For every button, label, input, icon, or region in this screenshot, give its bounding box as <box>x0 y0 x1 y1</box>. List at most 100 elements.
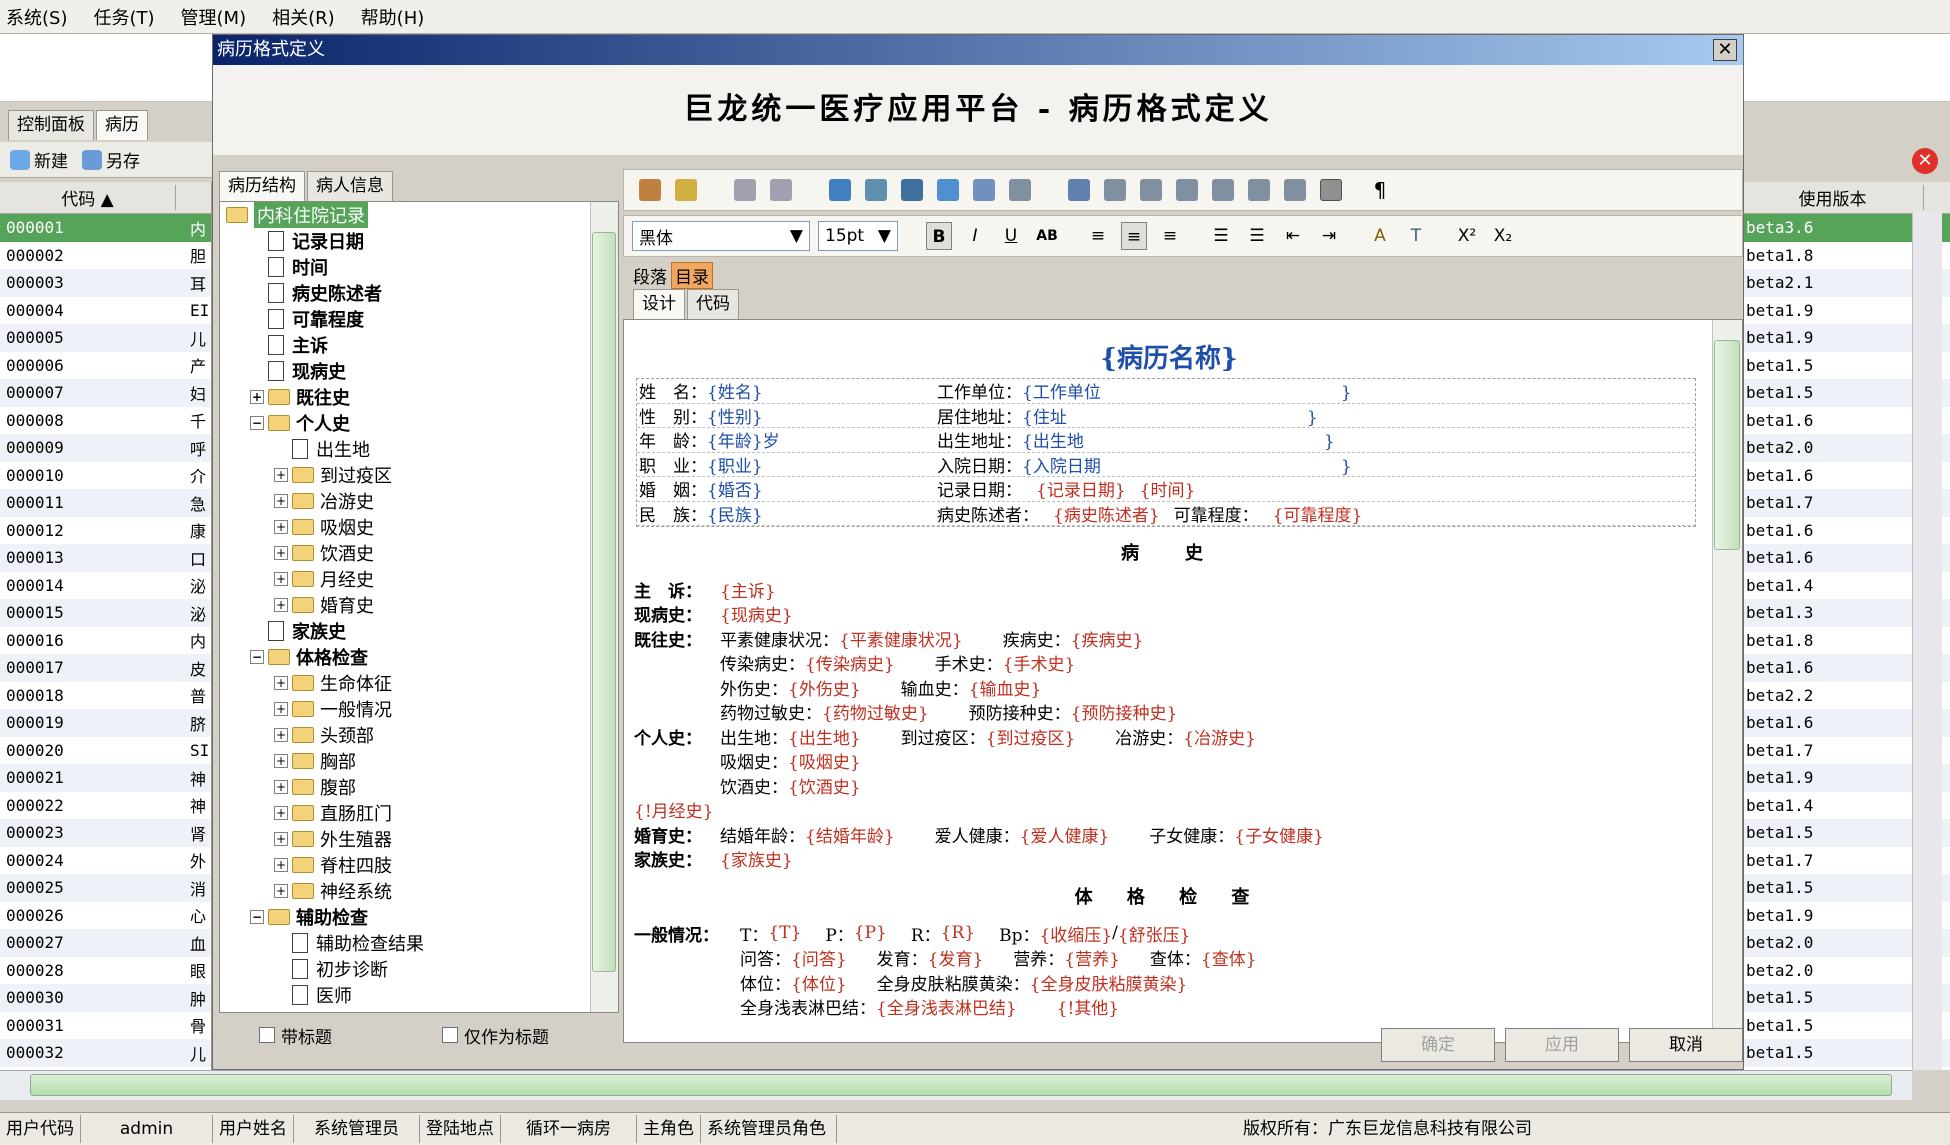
tab-medical-record[interactable]: 病历 <box>96 110 148 140</box>
align-right-icon[interactable]: ≡ <box>1157 222 1183 250</box>
grid-vertical-scrollbar[interactable] <box>1912 212 1942 1070</box>
tree-node[interactable]: 内科住院记录 <box>220 202 618 228</box>
tab-control-panel[interactable]: 控制面板 <box>8 110 94 140</box>
expand-toggle-icon[interactable]: + <box>274 806 288 820</box>
table-row[interactable]: 000019 脐 <box>0 709 211 737</box>
insert-link-icon[interactable] <box>901 179 923 201</box>
cancel-button[interactable]: 取消 <box>1629 1028 1743 1062</box>
tree-node[interactable]: 初步诊断 <box>220 956 618 982</box>
table-row[interactable]: 000016 内 <box>0 627 211 655</box>
table-row[interactable]: 000027 血 <box>0 929 211 957</box>
table-row[interactable]: 000017 皮 <box>0 654 211 682</box>
table-row[interactable]: 000023 肾 <box>0 819 211 847</box>
strike-button[interactable]: AB <box>1034 222 1060 250</box>
table-row[interactable]: 000013 口 <box>0 544 211 572</box>
ok-button[interactable]: 确定 <box>1381 1028 1495 1062</box>
table-row[interactable]: 000012 康 <box>0 517 211 545</box>
underline-button[interactable]: U <box>998 222 1024 250</box>
table-row[interactable]: 000025 消 <box>0 874 211 902</box>
delete-row-icon[interactable] <box>1284 179 1306 201</box>
expand-toggle-icon[interactable]: + <box>274 598 288 612</box>
expand-toggle-icon[interactable]: − <box>250 416 264 430</box>
cut-icon[interactable] <box>639 179 661 201</box>
tree-node[interactable]: + 冶游史 <box>220 488 618 514</box>
split-cells-icon[interactable] <box>1140 179 1162 201</box>
expand-toggle-icon[interactable]: + <box>274 546 288 560</box>
insert-row-icon[interactable] <box>1212 179 1234 201</box>
menu-item[interactable]: 相关(R) <box>272 4 335 30</box>
bold-button[interactable]: B <box>926 222 952 250</box>
expand-toggle-icon[interactable]: + <box>274 884 288 898</box>
tree-node[interactable]: 主诉 <box>220 332 618 358</box>
tree-scroll-thumb[interactable] <box>592 232 616 972</box>
table-row[interactable]: 000014 泌 <box>0 572 211 600</box>
apply-button[interactable]: 应用 <box>1505 1028 1619 1062</box>
tree-node[interactable]: 病史陈述者 <box>220 280 618 306</box>
undo-icon[interactable] <box>734 179 756 201</box>
menu-item[interactable]: 帮助(H) <box>361 4 425 30</box>
insert-object-icon[interactable] <box>973 179 995 201</box>
delete-column-icon[interactable] <box>1248 179 1270 201</box>
subscript-icon[interactable]: X₂ <box>1490 222 1516 250</box>
version-column-header[interactable]: 使用版本 <box>1742 185 1924 210</box>
menu-item[interactable]: 管理(M) <box>181 4 247 30</box>
table-row[interactable]: 000011 急 <box>0 489 211 517</box>
table-row[interactable]: 000008 千 <box>0 407 211 435</box>
record-name-field[interactable]: {病历名称} <box>634 338 1704 378</box>
menu-item[interactable]: 任务(T) <box>93 4 154 30</box>
insert-element-icon[interactable] <box>865 179 887 201</box>
horizontal-scroll-thumb[interactable] <box>30 1074 1892 1096</box>
insert-field-icon[interactable] <box>829 179 851 201</box>
outdent-icon[interactable]: ⇤ <box>1280 222 1306 250</box>
table-row[interactable]: 000018 普 <box>0 682 211 710</box>
expand-toggle-icon[interactable]: + <box>274 494 288 508</box>
tree-node[interactable]: − 个人史 <box>220 410 618 436</box>
tree-node[interactable]: − 辅助检查 <box>220 904 618 930</box>
table-row[interactable]: 000006 产 <box>0 352 211 380</box>
tree-node[interactable]: 出生地 <box>220 436 618 462</box>
tree-node[interactable]: + 月经史 <box>220 566 618 592</box>
expand-toggle-icon[interactable]: + <box>274 468 288 482</box>
tree-node[interactable]: + 一般情况 <box>220 696 618 722</box>
indent-icon[interactable]: ⇥ <box>1316 222 1342 250</box>
expand-toggle-icon[interactable]: − <box>250 910 264 924</box>
tree-node[interactable]: + 神经系统 <box>220 878 618 904</box>
italic-button[interactable]: I <box>962 222 988 250</box>
highlight-icon[interactable]: T <box>1403 222 1429 250</box>
close-icon[interactable]: ✕ <box>1912 148 1938 174</box>
paste-icon[interactable] <box>675 179 697 201</box>
tree-node[interactable]: + 头颈部 <box>220 722 618 748</box>
superscript-icon[interactable]: X² <box>1454 222 1480 250</box>
expand-toggle-icon[interactable]: + <box>274 754 288 768</box>
paragraph-style-value[interactable]: 目录 <box>671 261 713 289</box>
font-color-icon[interactable]: A <box>1367 222 1393 250</box>
merge-cells-icon[interactable] <box>1104 179 1126 201</box>
editor-area[interactable]: {病历名称} 姓 名：{姓名} 工作单位：{工作单位} 性 别：{性别} 居住地址：{… <box>623 319 1743 1043</box>
table-row[interactable]: 000030 肿 <box>0 984 211 1012</box>
insert-column-icon[interactable] <box>1176 179 1198 201</box>
tree-node[interactable]: + 既往史 <box>220 384 618 410</box>
font-select[interactable]: 黑体 ▼ <box>632 221 810 251</box>
table-row[interactable]: 000003 耳 <box>0 269 211 297</box>
tree-node[interactable]: 可靠程度 <box>220 306 618 332</box>
expand-toggle-icon[interactable]: + <box>274 572 288 586</box>
expand-toggle-icon[interactable]: + <box>274 676 288 690</box>
tree-node[interactable]: 记录日期 <box>220 228 618 254</box>
saveas-button[interactable]: 另存 <box>82 147 140 172</box>
new-button[interactable]: 新建 <box>10 147 68 172</box>
code-column-header[interactable]: 代码 ▲ <box>0 185 176 210</box>
table-row[interactable]: 000004 EI <box>0 297 211 325</box>
tree-node[interactable]: + 吸烟史 <box>220 514 618 540</box>
expand-toggle-icon[interactable]: + <box>274 780 288 794</box>
align-center-icon[interactable]: ≡ <box>1121 222 1147 250</box>
tab-design[interactable]: 设计 <box>633 289 685 319</box>
table-row[interactable]: 000021 神 <box>0 764 211 792</box>
expand-toggle-icon[interactable]: + <box>274 520 288 534</box>
with-title-checkbox[interactable] <box>259 1027 275 1043</box>
tree-node[interactable]: + 腹部 <box>220 774 618 800</box>
expand-toggle-icon[interactable]: + <box>274 728 288 742</box>
table-row[interactable]: 000032 儿 <box>0 1039 211 1067</box>
table-row[interactable]: 000010 介 <box>0 462 211 490</box>
tree-node[interactable]: 辅助检查结果 <box>220 930 618 956</box>
tree-node[interactable]: + 外生殖器 <box>220 826 618 852</box>
